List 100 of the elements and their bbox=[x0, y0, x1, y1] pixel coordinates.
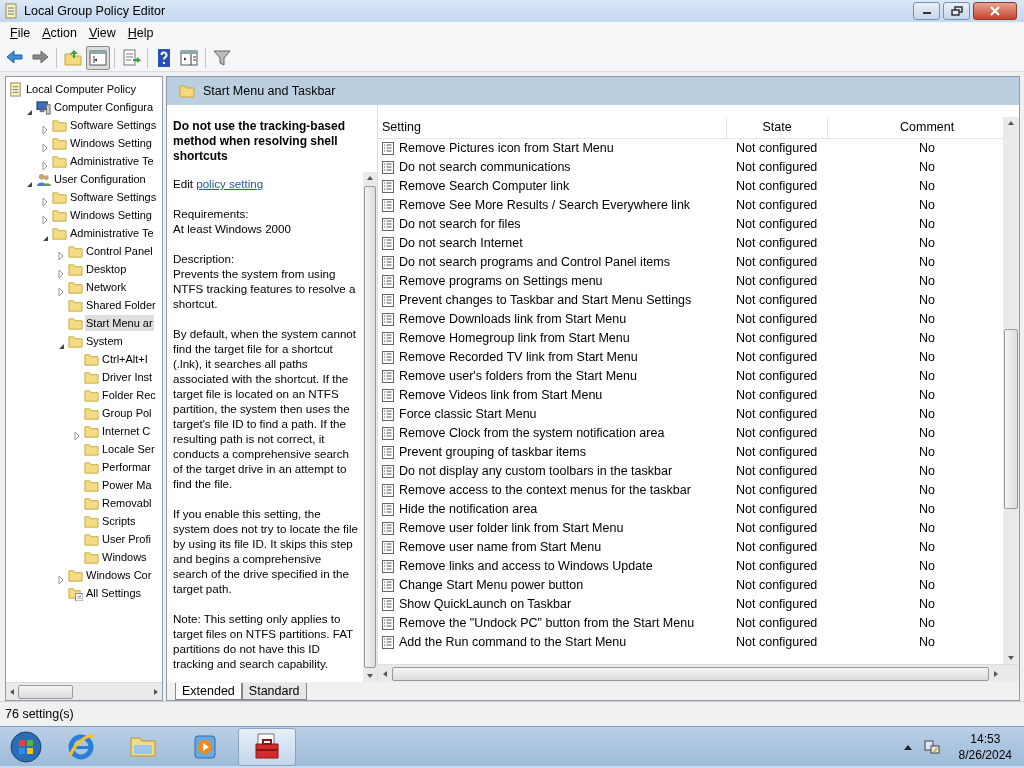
horizontal-scrollbar[interactable] bbox=[6, 682, 162, 700]
close-button[interactable] bbox=[973, 2, 1017, 20]
setting-name[interactable]: Hide the notification area bbox=[399, 500, 538, 519]
taskbar-app-button[interactable] bbox=[238, 727, 296, 766]
minimize-button[interactable] bbox=[913, 2, 940, 20]
comment-text: No bbox=[919, 521, 935, 536]
setting-name[interactable]: Remove user name from Start Menu bbox=[399, 538, 602, 557]
setting-name[interactable]: Do not search communications bbox=[399, 158, 571, 177]
view-tab[interactable]: Extended bbox=[175, 683, 242, 700]
column-header[interactable]: State bbox=[727, 117, 828, 138]
setting-name[interactable]: Prevent changes to Taskbar and Start Menu Settings bbox=[399, 291, 692, 310]
tree-item[interactable]: Performar bbox=[101, 459, 152, 475]
tree-item[interactable]: Control Panel bbox=[85, 243, 154, 259]
setting-name[interactable]: Remove Search Computer link bbox=[399, 177, 570, 196]
folder-icon bbox=[179, 84, 195, 98]
state-text: Not configured bbox=[736, 407, 818, 422]
policy-setting-link[interactable]: policy setting bbox=[196, 177, 264, 190]
setting-icon bbox=[382, 389, 394, 402]
tree-item[interactable]: Software Settings bbox=[69, 189, 158, 205]
setting-name[interactable]: Remove Recorded TV link from Start Menu bbox=[399, 348, 638, 367]
setting-name[interactable]: Do not search for files bbox=[399, 215, 521, 234]
tree-item[interactable]: Start Menu ar bbox=[85, 315, 154, 331]
setting-name[interactable]: Do not search programs and Control Panel items bbox=[399, 253, 670, 272]
policy-icon bbox=[4, 3, 18, 19]
menu-item[interactable]: View bbox=[82, 23, 122, 43]
tree-item[interactable]: Administrative Te bbox=[69, 153, 155, 169]
tree-item[interactable]: Administrative Te bbox=[69, 225, 155, 241]
section-title: Start Menu and Taskbar bbox=[203, 82, 336, 100]
tree-item[interactable]: Software Settings bbox=[69, 117, 158, 133]
tree-item[interactable]: Driver Inst bbox=[101, 369, 154, 385]
tree-item[interactable]: Windows bbox=[101, 549, 148, 565]
tree-item[interactable]: Power Ma bbox=[101, 477, 153, 493]
setting-name[interactable]: Remove the "Undock PC" button from the Start Menu bbox=[399, 614, 695, 633]
view-tab[interactable]: Standard bbox=[241, 683, 307, 700]
setting-icon bbox=[382, 256, 394, 269]
setting-icon bbox=[382, 541, 394, 554]
setting-icon bbox=[382, 142, 394, 155]
console-tree-button[interactable] bbox=[86, 45, 110, 70]
setting-name[interactable]: Do not search Internet bbox=[399, 234, 523, 253]
menu-item[interactable]: Help bbox=[121, 23, 160, 43]
tree-item[interactable]: User Profi bbox=[101, 531, 152, 547]
setting-name[interactable]: Remove Clock from the system notification area bbox=[399, 424, 665, 443]
setting-name[interactable]: Remove links and access to Windows Update bbox=[399, 557, 653, 576]
menu-item[interactable]: File bbox=[4, 23, 37, 43]
tree-item[interactable]: Local Computer Policy bbox=[25, 81, 138, 97]
tree-item[interactable]: Shared Folder bbox=[85, 297, 157, 313]
folder-icon bbox=[84, 549, 99, 565]
setting-name[interactable]: Do not display any custom toolbars in the taskbar bbox=[399, 462, 673, 481]
comment-text: No bbox=[919, 407, 935, 422]
state-text: Not configured bbox=[736, 350, 818, 365]
tree-item[interactable]: Windows Cor bbox=[85, 567, 153, 583]
tree-item[interactable]: Windows Setting bbox=[69, 135, 153, 151]
column-header[interactable]: Setting bbox=[378, 117, 727, 138]
tree-item[interactable]: Removabl bbox=[101, 495, 153, 511]
setting-name[interactable]: Remove Downloads link from Start Menu bbox=[399, 310, 627, 329]
tree-item[interactable]: System bbox=[85, 333, 124, 349]
setting-name[interactable]: Remove Videos link from Start Menu bbox=[399, 386, 603, 405]
vertical-scrollbar[interactable] bbox=[1003, 117, 1019, 664]
setting-name[interactable]: Force classic Start Menu bbox=[399, 405, 537, 424]
tree-item[interactable]: Windows Setting bbox=[69, 207, 153, 223]
vertical-scrollbar[interactable] bbox=[363, 172, 377, 682]
column-header[interactable]: Comment bbox=[828, 117, 1003, 138]
tree-item[interactable]: Network bbox=[85, 279, 128, 295]
setting-name[interactable]: Prevent grouping of taskbar items bbox=[399, 443, 586, 462]
setting-name[interactable]: Show QuickLaunch on Taskbar bbox=[399, 595, 572, 614]
tree-item[interactable]: All Settings bbox=[85, 585, 143, 601]
description-paragraph: By default, when the system cannot find the target file for a shortcut (.lnk), it searches all paths associated with the shortcut. If the target file is located on an NTFS partition, the system then uses the target's file ID to find a path. If the resulting path is not correct, it conducts a comprehensive search of the target drive in an attempt to find the file. bbox=[173, 326, 358, 491]
tree-item[interactable]: Desktop bbox=[85, 261, 128, 277]
horizontal-scrollbar[interactable] bbox=[378, 664, 1019, 682]
setting-name[interactable]: Change Start Menu power button bbox=[399, 576, 584, 595]
tree-item[interactable]: Scripts bbox=[101, 513, 137, 529]
setting-name[interactable]: Remove user folder link from Start Menu bbox=[399, 519, 624, 538]
tree-item[interactable]: Group Pol bbox=[101, 405, 153, 421]
state-text: Not configured bbox=[736, 274, 818, 289]
filter-icon bbox=[212, 47, 232, 68]
setting-name[interactable]: Remove access to the context menus for the taskbar bbox=[399, 481, 691, 500]
setting-icon bbox=[382, 237, 394, 250]
setting-name[interactable]: Remove programs on Settings menu bbox=[399, 272, 603, 291]
tree-item[interactable]: Ctrl+Alt+I bbox=[101, 351, 149, 367]
tree-item[interactable]: User Configuration bbox=[53, 171, 147, 187]
setting-name[interactable]: Add the Run command to the Start Menu bbox=[399, 633, 627, 652]
restore-button[interactable] bbox=[943, 2, 970, 20]
setting-name[interactable]: Remove Pictures icon from Start Menu bbox=[399, 139, 614, 158]
tree-item[interactable]: Computer Configura bbox=[53, 99, 155, 115]
menu-item[interactable]: Action bbox=[36, 23, 83, 43]
policy-icon bbox=[8, 81, 23, 97]
tree-item[interactable]: Folder Rec bbox=[101, 387, 157, 403]
state-text: Not configured bbox=[736, 635, 818, 650]
state-text: Not configured bbox=[736, 198, 818, 213]
comment-text: No bbox=[919, 502, 935, 517]
tree-item[interactable]: Locale Ser bbox=[101, 441, 156, 457]
folder-icon bbox=[52, 135, 67, 151]
setting-name[interactable]: Remove Homegroup link from Start Menu bbox=[399, 329, 630, 348]
comment-text: No bbox=[919, 293, 935, 308]
setting-name[interactable]: Remove See More Results / Search Everywhere link bbox=[399, 196, 691, 215]
comment-text: No bbox=[919, 483, 935, 498]
network-icon[interactable] bbox=[922, 737, 941, 756]
setting-name[interactable]: Remove user's folders from the Start Menu bbox=[399, 367, 637, 386]
tree-item[interactable]: Internet C bbox=[101, 423, 152, 439]
folder-icon bbox=[68, 279, 83, 295]
